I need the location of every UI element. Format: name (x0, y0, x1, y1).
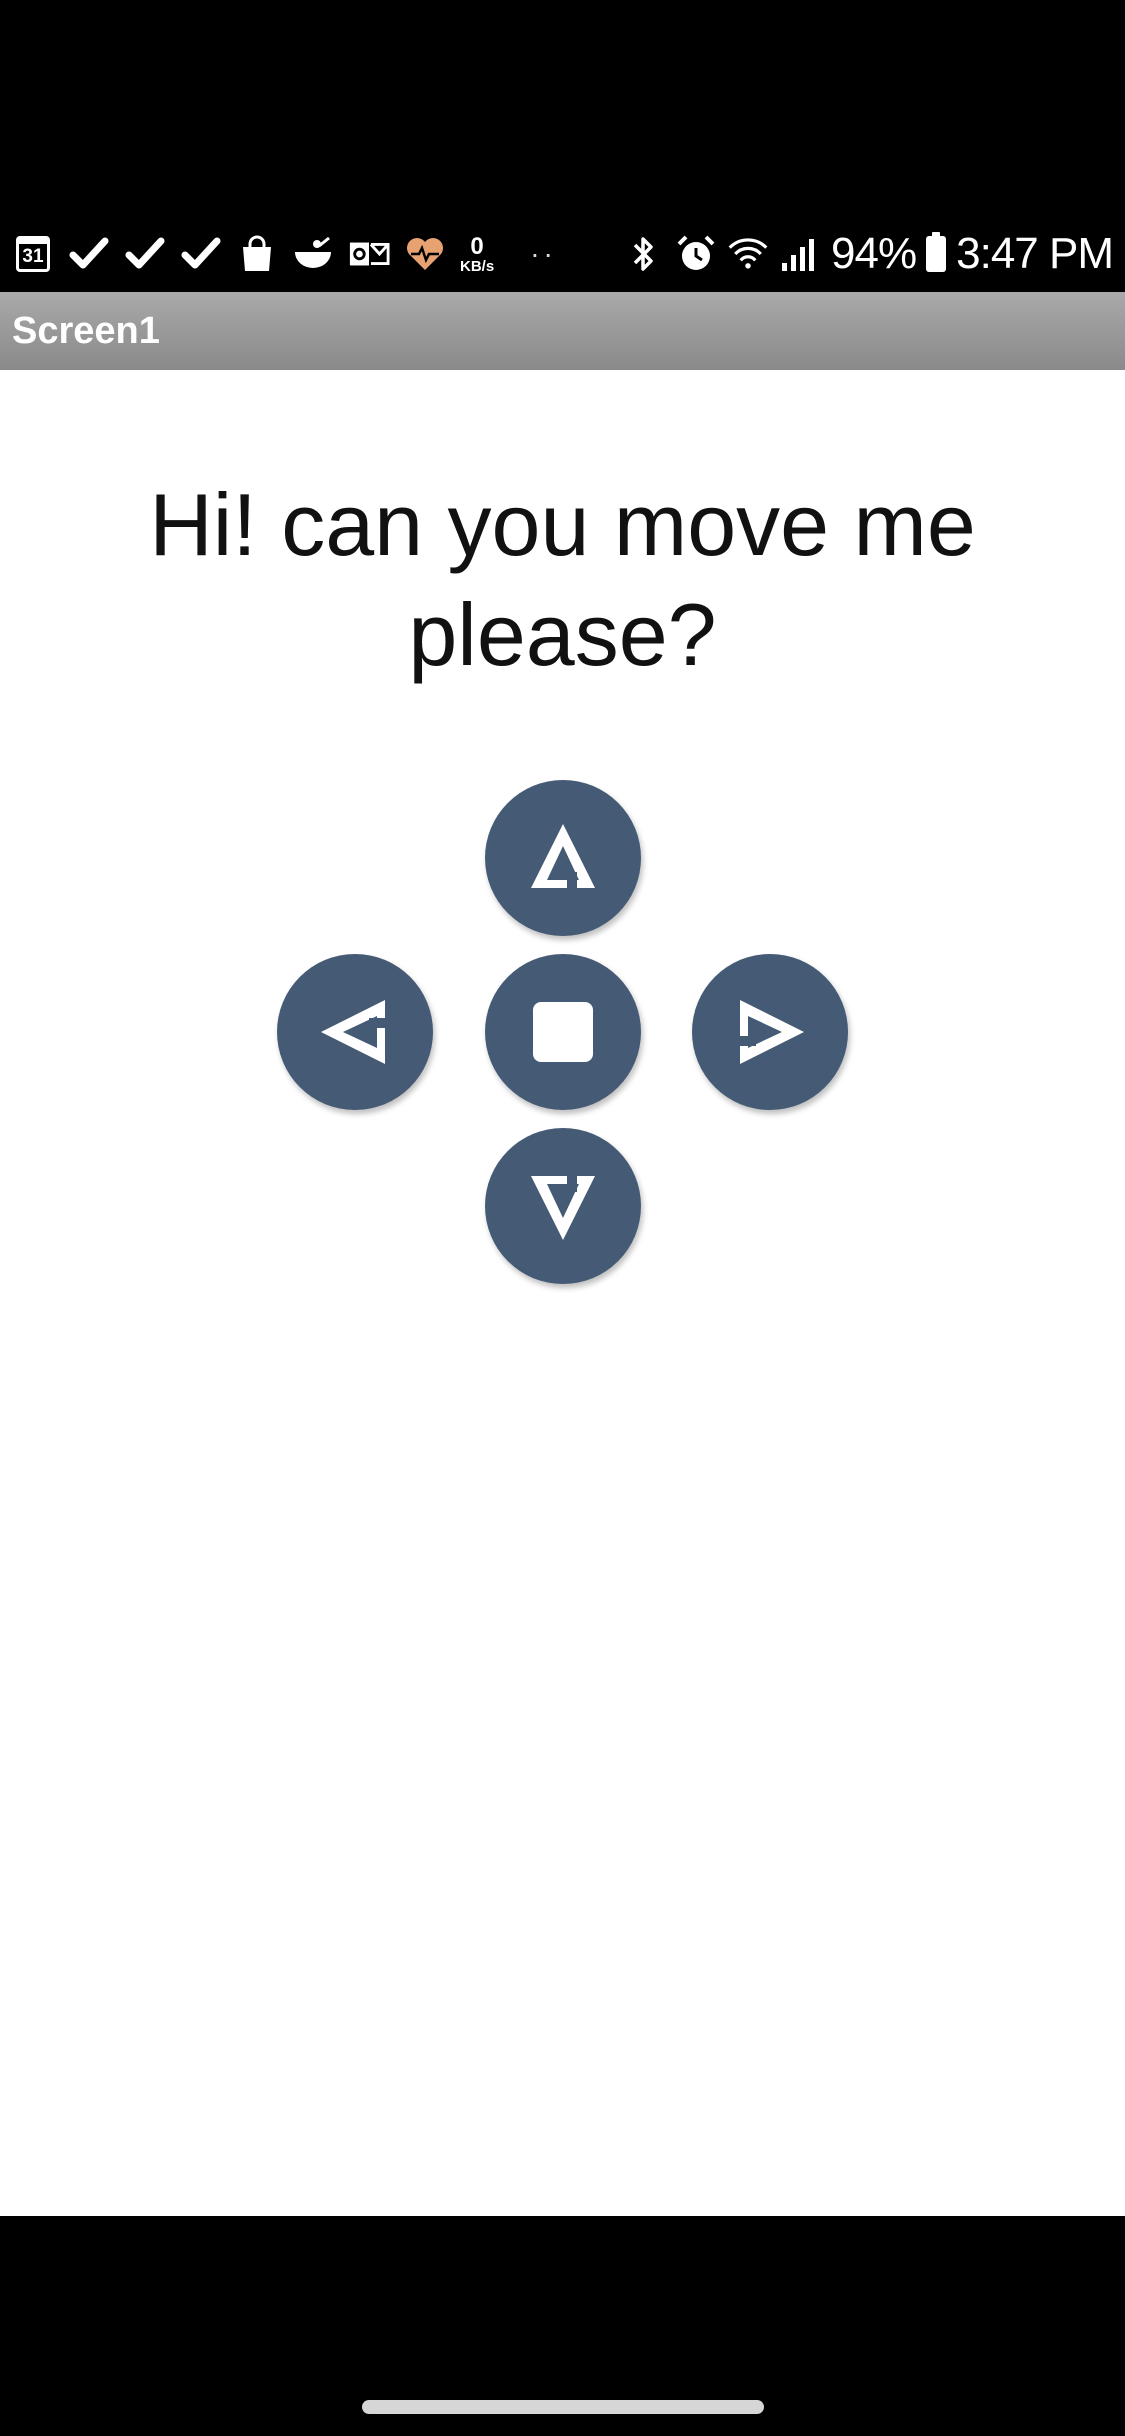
move-right-button[interactable] (692, 954, 848, 1110)
calendar-day: 31 (16, 236, 50, 272)
battery-percentage: 94% (831, 229, 917, 278)
network-speed: 0 KB/s (460, 232, 495, 275)
system-icons: 94% 3:47 PM (623, 218, 1114, 290)
move-down-button[interactable] (485, 1128, 641, 1284)
status-bar: 31 0 KB/s ·· 94% 3:47 PM (0, 218, 1125, 290)
move-up-button[interactable] (485, 780, 641, 936)
more-notifications-dots: ·· (530, 238, 557, 269)
outlook-icon (348, 233, 390, 275)
check-icon (180, 233, 222, 275)
screen-title: Screen1 (12, 309, 160, 352)
gesture-nav-area (0, 2216, 1125, 2436)
wifi-icon (727, 233, 769, 275)
bowl-icon (292, 233, 334, 275)
main-content: Hi! can you move me please? (0, 370, 1125, 2216)
health-heart-icon (404, 233, 446, 275)
shopping-bag-icon (236, 233, 278, 275)
move-left-button[interactable] (277, 954, 433, 1110)
home-indicator[interactable] (362, 2400, 764, 2414)
bluetooth-icon (623, 233, 665, 275)
cell-signal-icon (779, 233, 821, 275)
phone-screen: 31 0 KB/s ·· 94% 3:47 PM Screen1 Hi! can… (0, 0, 1125, 2436)
arrow-right-icon (740, 1000, 804, 1064)
arrow-left-icon (321, 1000, 385, 1064)
stop-icon (533, 1002, 593, 1062)
stop-button[interactable] (485, 954, 641, 1110)
network-speed-value: 0 (470, 232, 484, 260)
check-icon (68, 233, 110, 275)
battery-icon (926, 232, 947, 272)
prompt-label: Hi! can you move me please? (149, 475, 976, 684)
clock-time: 3:47 PM (956, 229, 1114, 278)
alarm-icon (675, 233, 717, 275)
check-icon (124, 233, 166, 275)
arrow-down-icon (531, 1176, 595, 1240)
network-speed-unit: KB/s (460, 257, 495, 275)
notification-icons: 31 0 KB/s ·· (12, 218, 597, 290)
arrow-up-icon (531, 824, 595, 888)
app-title-bar: Screen1 (0, 292, 1125, 370)
calendar-icon: 31 (12, 233, 54, 275)
